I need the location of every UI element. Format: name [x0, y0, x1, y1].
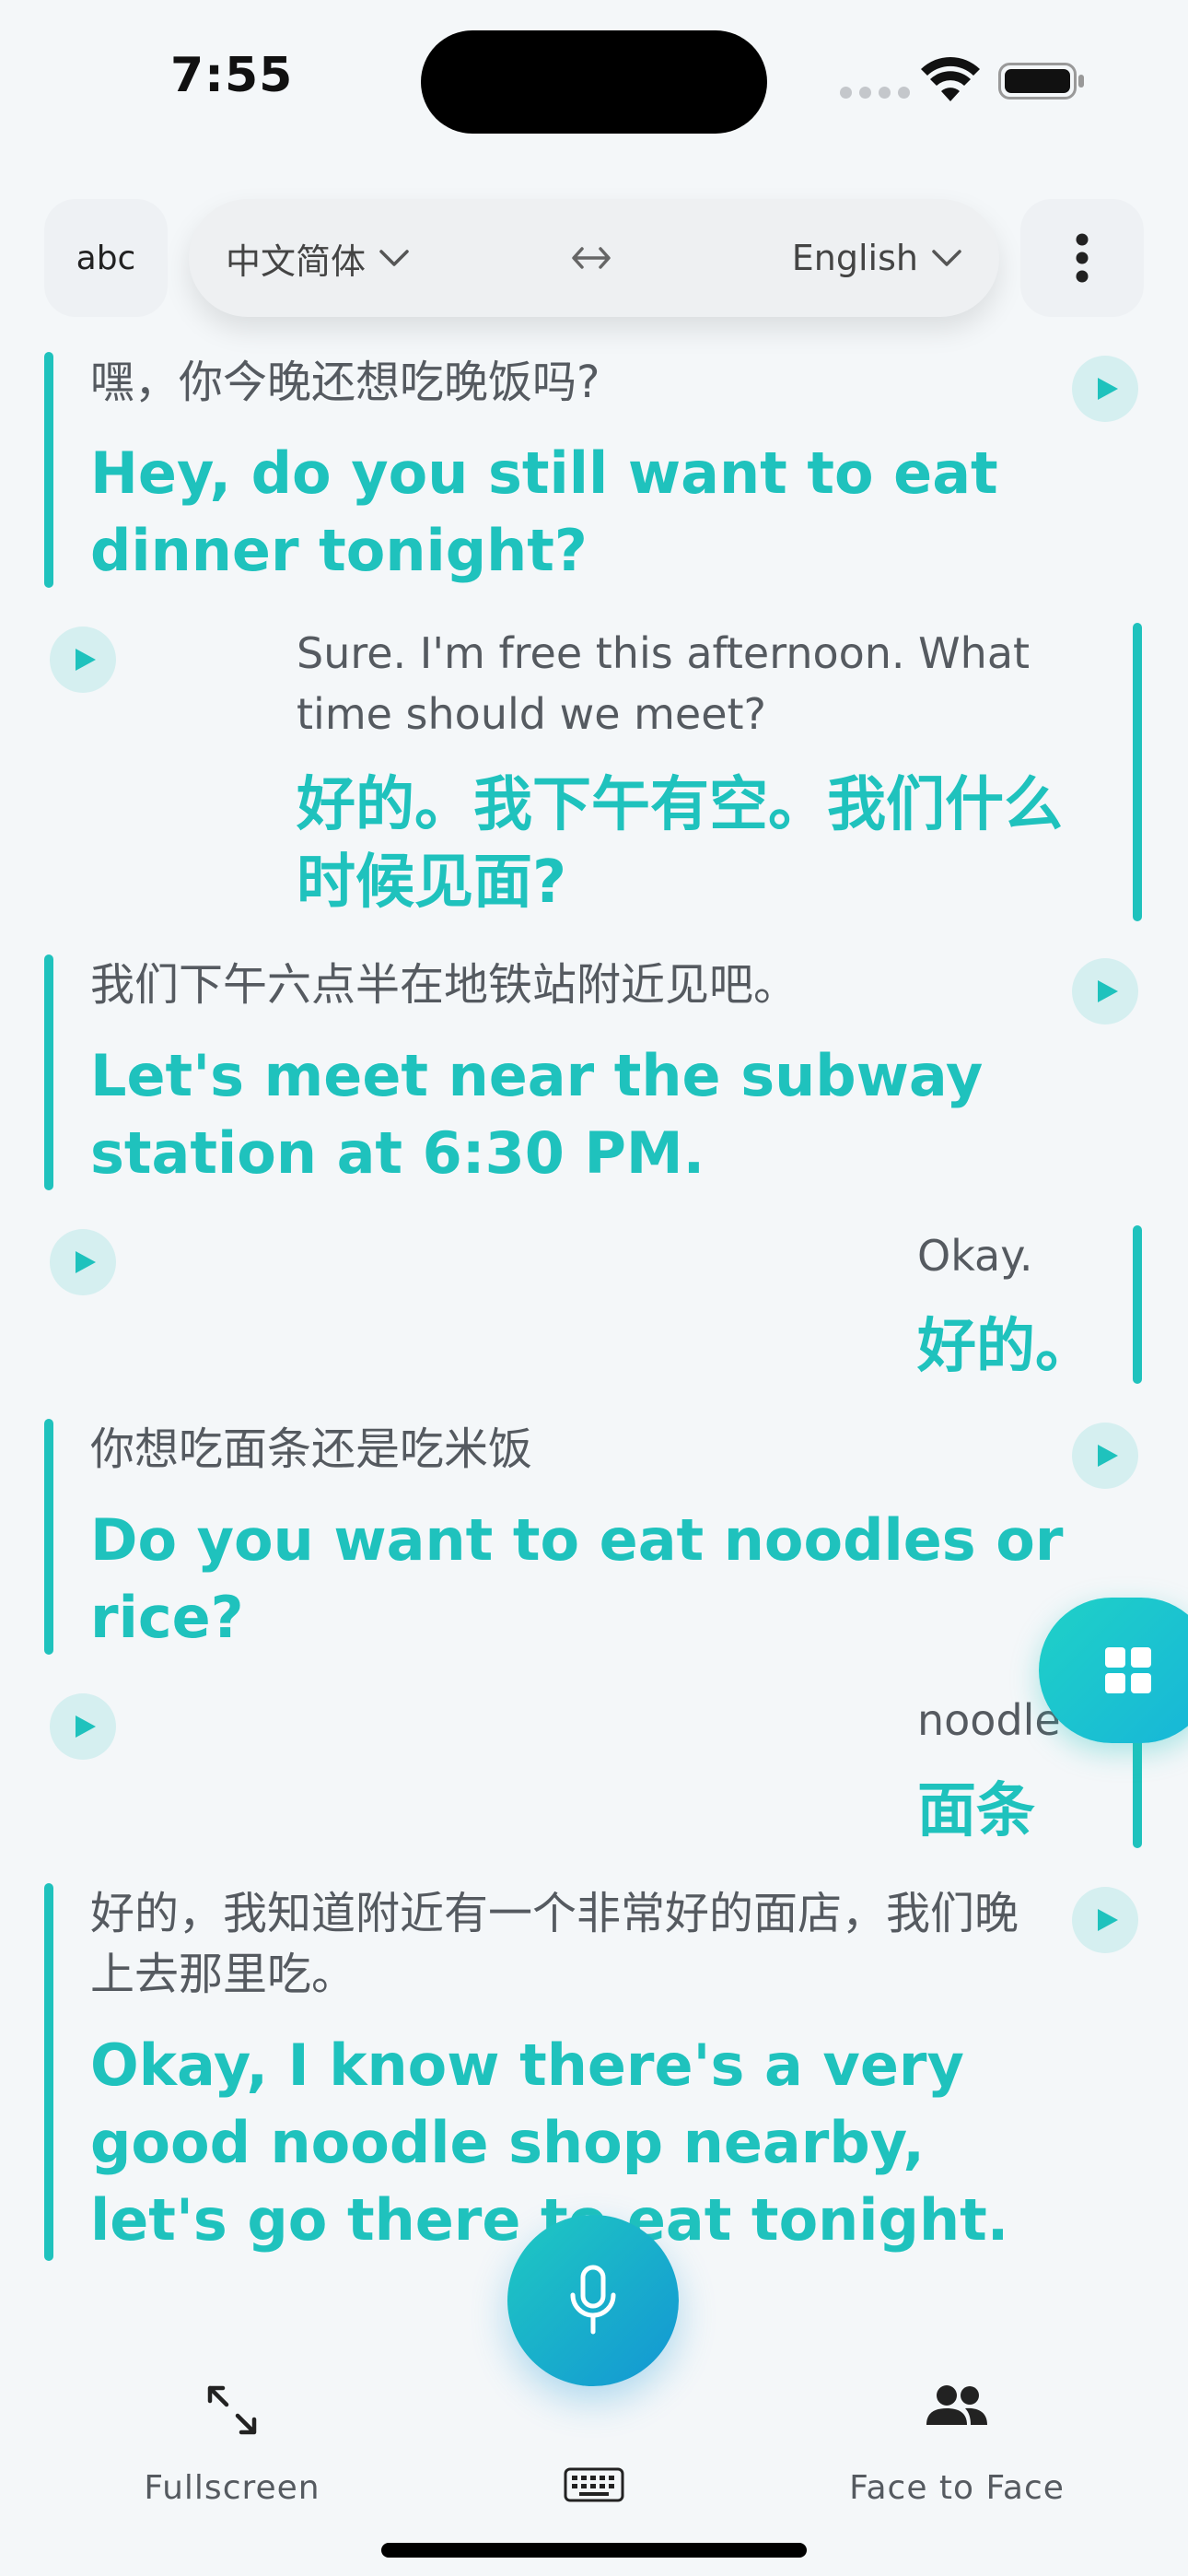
microphone-icon: [570, 2265, 616, 2335]
fullscreen-button[interactable]: Fullscreen: [138, 2383, 326, 2507]
play-icon: [1098, 1909, 1118, 1931]
chevron-down-icon: [932, 250, 961, 266]
swap-arrows-icon[interactable]: [571, 240, 611, 276]
play-icon: [1098, 980, 1118, 1002]
message-original-text: 嘿，你今晚还想吃晚饭吗?: [90, 357, 600, 408]
message-accent-bar: [44, 1419, 53, 1655]
more-vertical-icon: [1076, 233, 1089, 283]
wifi-icon: [921, 57, 980, 101]
play-button[interactable]: [1072, 1423, 1138, 1489]
people-icon: [926, 2385, 987, 2425]
play-icon: [1098, 1445, 1118, 1467]
message-translation-text: 面条: [917, 1777, 1035, 1845]
dynamic-island: [421, 30, 767, 134]
message-accent-bar: [44, 1883, 53, 2261]
message-original-text: 你想吃面条还是吃米饭: [90, 1423, 533, 1475]
message-translation-text: Hey, do you still want to eat dinner ton…: [90, 439, 998, 584]
message-accent-bar: [1133, 1225, 1142, 1384]
target-language-dropdown[interactable]: English: [792, 238, 962, 278]
quick-actions-button[interactable]: [1039, 1598, 1188, 1743]
expand-arrows-icon: [207, 2385, 257, 2435]
target-language-label: English: [791, 238, 918, 278]
cellular-signal-icon: [840, 87, 910, 99]
play-icon: [76, 649, 96, 671]
message-original-text: Sure. I'm free this afternoon. What time…: [297, 628, 1031, 739]
face-to-face-label: Face to Face: [849, 2469, 1065, 2507]
play-icon: [76, 1251, 96, 1273]
microphone-button[interactable]: [507, 2215, 679, 2386]
chevron-down-icon: [379, 250, 409, 266]
play-button[interactable]: [50, 626, 116, 693]
status-time: 7:55: [170, 48, 294, 103]
source-language-label: 中文简体: [226, 240, 367, 282]
source-language-dropdown[interactable]: 中文简体: [226, 233, 410, 284]
play-icon: [76, 1715, 96, 1738]
message-translation-text: 好的。我下午有空。我们什么时候见面?: [297, 771, 1063, 917]
language-selector-bar: 中文简体 English: [189, 199, 999, 317]
play-icon: [1098, 378, 1118, 400]
message-translation-text: 好的。: [917, 1313, 1094, 1381]
message-translation-text: Let's meet near the subway station at 6:…: [90, 1042, 984, 1187]
fullscreen-label: Fullscreen: [144, 2469, 320, 2507]
face-to-face-button[interactable]: Face to Face: [833, 2383, 1081, 2507]
battery-icon: [998, 63, 1084, 100]
play-button[interactable]: [50, 1229, 116, 1295]
text-input-mode-button[interactable]: abc: [44, 199, 168, 317]
message-translation-text: Do you want to eat noodles or rice?: [90, 1506, 1064, 1651]
message-original-text: 好的，我知道附近有一个非常好的面店，我们晚上去那里吃。: [90, 1888, 1019, 2000]
message-accent-bar: [44, 954, 53, 1190]
play-button[interactable]: [1072, 356, 1138, 422]
message-accent-bar: [44, 352, 53, 588]
message-original-text: Okay.: [917, 1231, 1033, 1281]
play-button[interactable]: [50, 1693, 116, 1760]
message-accent-bar: [1133, 623, 1142, 921]
home-indicator: [381, 2543, 807, 2558]
message-original-text: 我们下午六点半在地铁站附近见吧。: [90, 959, 798, 1011]
grid-icon: [1105, 1647, 1151, 1693]
play-button[interactable]: [1072, 958, 1138, 1025]
keyboard-icon[interactable]: [564, 2467, 624, 2502]
more-options-button[interactable]: [1020, 199, 1144, 317]
play-button[interactable]: [1072, 1887, 1138, 1953]
